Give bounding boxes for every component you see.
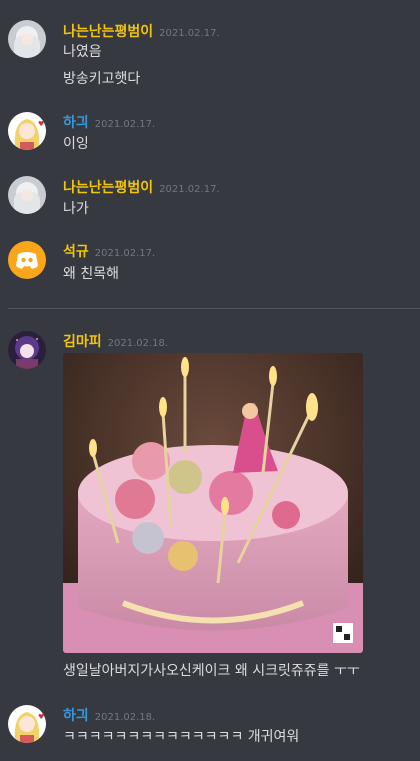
user-avatar[interactable]: ♥ xyxy=(8,705,46,743)
timestamp: 2021.02.18. xyxy=(94,712,156,723)
image-attachment[interactable] xyxy=(63,353,363,653)
message-text: 이잉 xyxy=(63,136,89,152)
timestamp: 2021.02.17. xyxy=(159,184,220,195)
svg-text:♥: ♥ xyxy=(38,120,44,128)
user-avatar[interactable] xyxy=(8,241,46,279)
svg-text:♥: ♥ xyxy=(38,713,44,721)
username[interactable]: 석규 xyxy=(63,244,89,260)
user-avatar[interactable]: ♥ xyxy=(8,112,46,150)
username[interactable]: 김마피 xyxy=(63,334,102,350)
username[interactable]: 하긔 xyxy=(63,115,89,131)
timestamp: 2021.02.17. xyxy=(94,119,156,130)
username[interactable]: 하긔 xyxy=(63,708,89,724)
timestamp: 2021.02.18. xyxy=(107,338,169,349)
user-avatar[interactable] xyxy=(8,331,46,369)
message-text: ㅋㅋㅋㅋㅋㅋㅋㅋㅋㅋㅋㅋㅋㅋ 개귀여워 xyxy=(63,729,300,745)
message-text: 나였음 xyxy=(63,44,102,60)
user-avatar[interactable] xyxy=(8,20,46,58)
username[interactable]: 나는난는평범이 xyxy=(63,24,153,40)
date-divider xyxy=(8,308,420,309)
timestamp: 2021.02.17. xyxy=(159,28,220,39)
message-text: 왜 친목해 xyxy=(63,266,119,282)
message-text: 나가 xyxy=(63,201,89,217)
timestamp: 2021.02.17. xyxy=(94,248,156,259)
username[interactable]: 나는난는평범이 xyxy=(63,180,153,196)
message-text: 생일날아버지가사오신케이크 왜 시크릿쥬쥬를 ㅜㅜ xyxy=(63,663,360,679)
user-avatar[interactable] xyxy=(8,176,46,214)
message-text: 방송키고햇다 xyxy=(63,71,141,87)
